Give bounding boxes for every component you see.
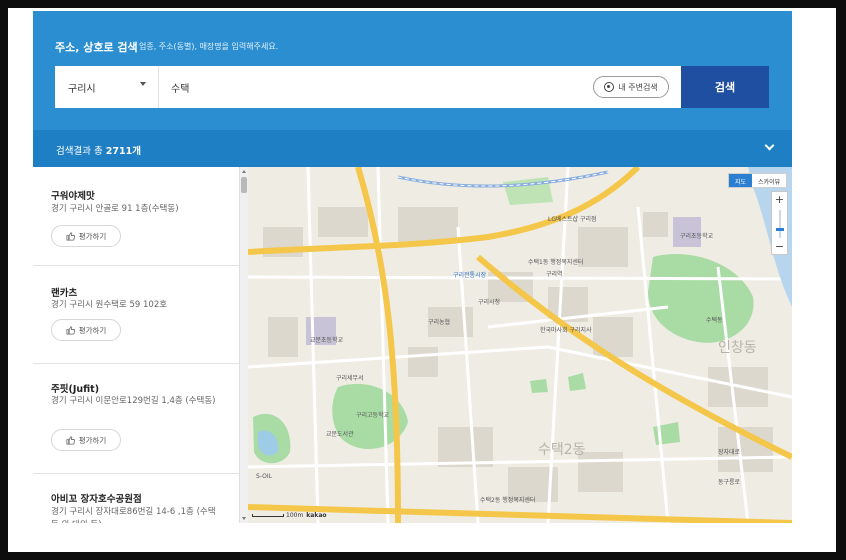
store-address: 경기 구리시 장자대로86번길 14-6 ,1층 (수택동 의 대의 동) [51, 507, 216, 523]
store-name: 구워야제맛 [51, 191, 95, 202]
map-label: 구리고등학교 [356, 412, 390, 419]
nearby-search-button[interactable]: 내 주변검색 [593, 76, 669, 98]
thumbs-up-icon [66, 435, 75, 445]
zoom-out-button[interactable]: − [772, 239, 787, 254]
rate-label: 평가하기 [78, 435, 107, 445]
search-row: 구리시 내 주변검색 검색 [55, 66, 769, 108]
map-label: 구리전통시장 [453, 272, 487, 279]
scroll-thumb[interactable] [241, 177, 247, 193]
map-label: 수택2동 [538, 442, 586, 458]
store-name: 랜카츠 [51, 288, 78, 299]
map-label: 구리세무서 [336, 375, 364, 382]
location-target-icon [604, 82, 615, 92]
map-label: 수택동 [706, 317, 723, 324]
region-select[interactable]: 구리시 [55, 66, 159, 108]
zoom-slider[interactable] [779, 210, 781, 238]
result-summary-bar[interactable]: 검색결과 총 2711개 [33, 130, 792, 167]
map-type-skyview-button[interactable]: 스카이뷰 [752, 174, 786, 187]
map-label: LG베스트샵 구리점 [548, 216, 597, 223]
scroll-up-icon[interactable] [242, 170, 246, 173]
map-label: 수택1동 행정복지센터 [528, 259, 584, 266]
map-label: 구리시청 [478, 299, 501, 306]
search-title: 주소, 상호로 검색 [55, 41, 138, 54]
list-scrollbar[interactable] [239, 167, 248, 523]
chevron-down-icon[interactable] [764, 140, 775, 151]
rate-label: 평가하기 [78, 231, 107, 241]
result-summary: 검색결과 총 2711개 [56, 143, 141, 157]
store-address: 경기 구리시 안골로 91 1층(수택동) [51, 204, 179, 214]
zoom-handle[interactable] [776, 228, 784, 231]
list-item[interactable]: 아비꼬 장자호수공원점 경기 구리시 장자대로86번길 14-6 ,1층 (수택… [33, 474, 239, 523]
map-brand-logo: kakao [306, 512, 327, 519]
search-button[interactable]: 검색 [681, 66, 769, 108]
map-label: 교문도서관 [326, 431, 354, 438]
map-label: 구리초등학교 [680, 233, 714, 240]
map-label: S-OIL [256, 473, 272, 480]
store-name: 아비꼬 장자호수공원점 [51, 494, 142, 505]
rate-button[interactable]: 평가하기 [51, 225, 121, 247]
map-label: 동구릉로 [718, 479, 741, 486]
rate-label: 평가하기 [78, 325, 107, 335]
store-name: 주핏(Jufit) [51, 384, 100, 395]
result-count: 2711개 [105, 146, 141, 157]
page-margin [792, 8, 836, 552]
scale-label: 100m [286, 512, 304, 519]
thumbs-up-icon [66, 325, 75, 335]
map-view[interactable]: 구리전통시장 구리시청 구리농협 구리역 교문초등학교 수택동 수택2동 구리세… [248, 167, 792, 523]
search-panel: 주소, 상호로 검색 업종, 주소(동별), 매장명을 입력해주세요. 구리시 … [33, 11, 792, 130]
map-label: 교문초등학교 [310, 337, 344, 344]
scale-bar [252, 514, 284, 517]
scroll-down-icon[interactable] [242, 517, 246, 520]
list-item[interactable]: 랜카츠 경기 구리시 원수택로 59 102호 평가하기 [33, 266, 239, 364]
map-type-toggle: 지도 스카이뷰 [728, 173, 788, 188]
rate-button[interactable]: 평가하기 [51, 319, 121, 341]
map-label: 한국마사회 구리지사 [540, 327, 592, 334]
map-type-map-button[interactable]: 지도 [729, 174, 753, 187]
store-address: 경기 구리시 원수택로 59 102호 [51, 300, 168, 310]
map-scale: 100m kakao [252, 512, 327, 519]
list-item[interactable]: 주핏(Jufit) 경기 구리시 이문안로129번길 1,4층 (수택동) 평가… [33, 364, 239, 474]
result-list: 구워야제맛 경기 구리시 안골로 91 1층(수택동) 평가하기 랜카츠 경기 … [33, 167, 239, 523]
map-base [248, 167, 792, 523]
map-label: 구리농협 [428, 319, 451, 326]
region-value: 구리시 [68, 84, 96, 95]
list-item[interactable]: 구워야제맛 경기 구리시 안골로 91 1층(수택동) 평가하기 [33, 167, 239, 266]
search-hint: 업종, 주소(동별), 매장명을 입력해주세요. [139, 42, 279, 51]
caret-down-icon [140, 82, 146, 86]
map-label: 수택2동 행정복지센터 [480, 497, 536, 504]
zoom-in-button[interactable]: + [772, 192, 787, 207]
result-label: 검색결과 총 [56, 146, 103, 157]
map-label: 장자대로 [718, 449, 741, 456]
store-address: 경기 구리시 이문안로129번길 1,4층 (수택동) [51, 396, 216, 406]
zoom-control: + − [771, 191, 788, 255]
rate-button[interactable]: 평가하기 [51, 429, 121, 451]
thumbs-up-icon [66, 231, 75, 241]
map-label: 구리역 [546, 271, 563, 278]
store-search-app: 주소, 상호로 검색 업종, 주소(동별), 매장명을 입력해주세요. 구리시 … [33, 11, 792, 523]
nearby-search-label: 내 주변검색 [618, 82, 658, 92]
map-label: 인창동 [718, 340, 757, 356]
